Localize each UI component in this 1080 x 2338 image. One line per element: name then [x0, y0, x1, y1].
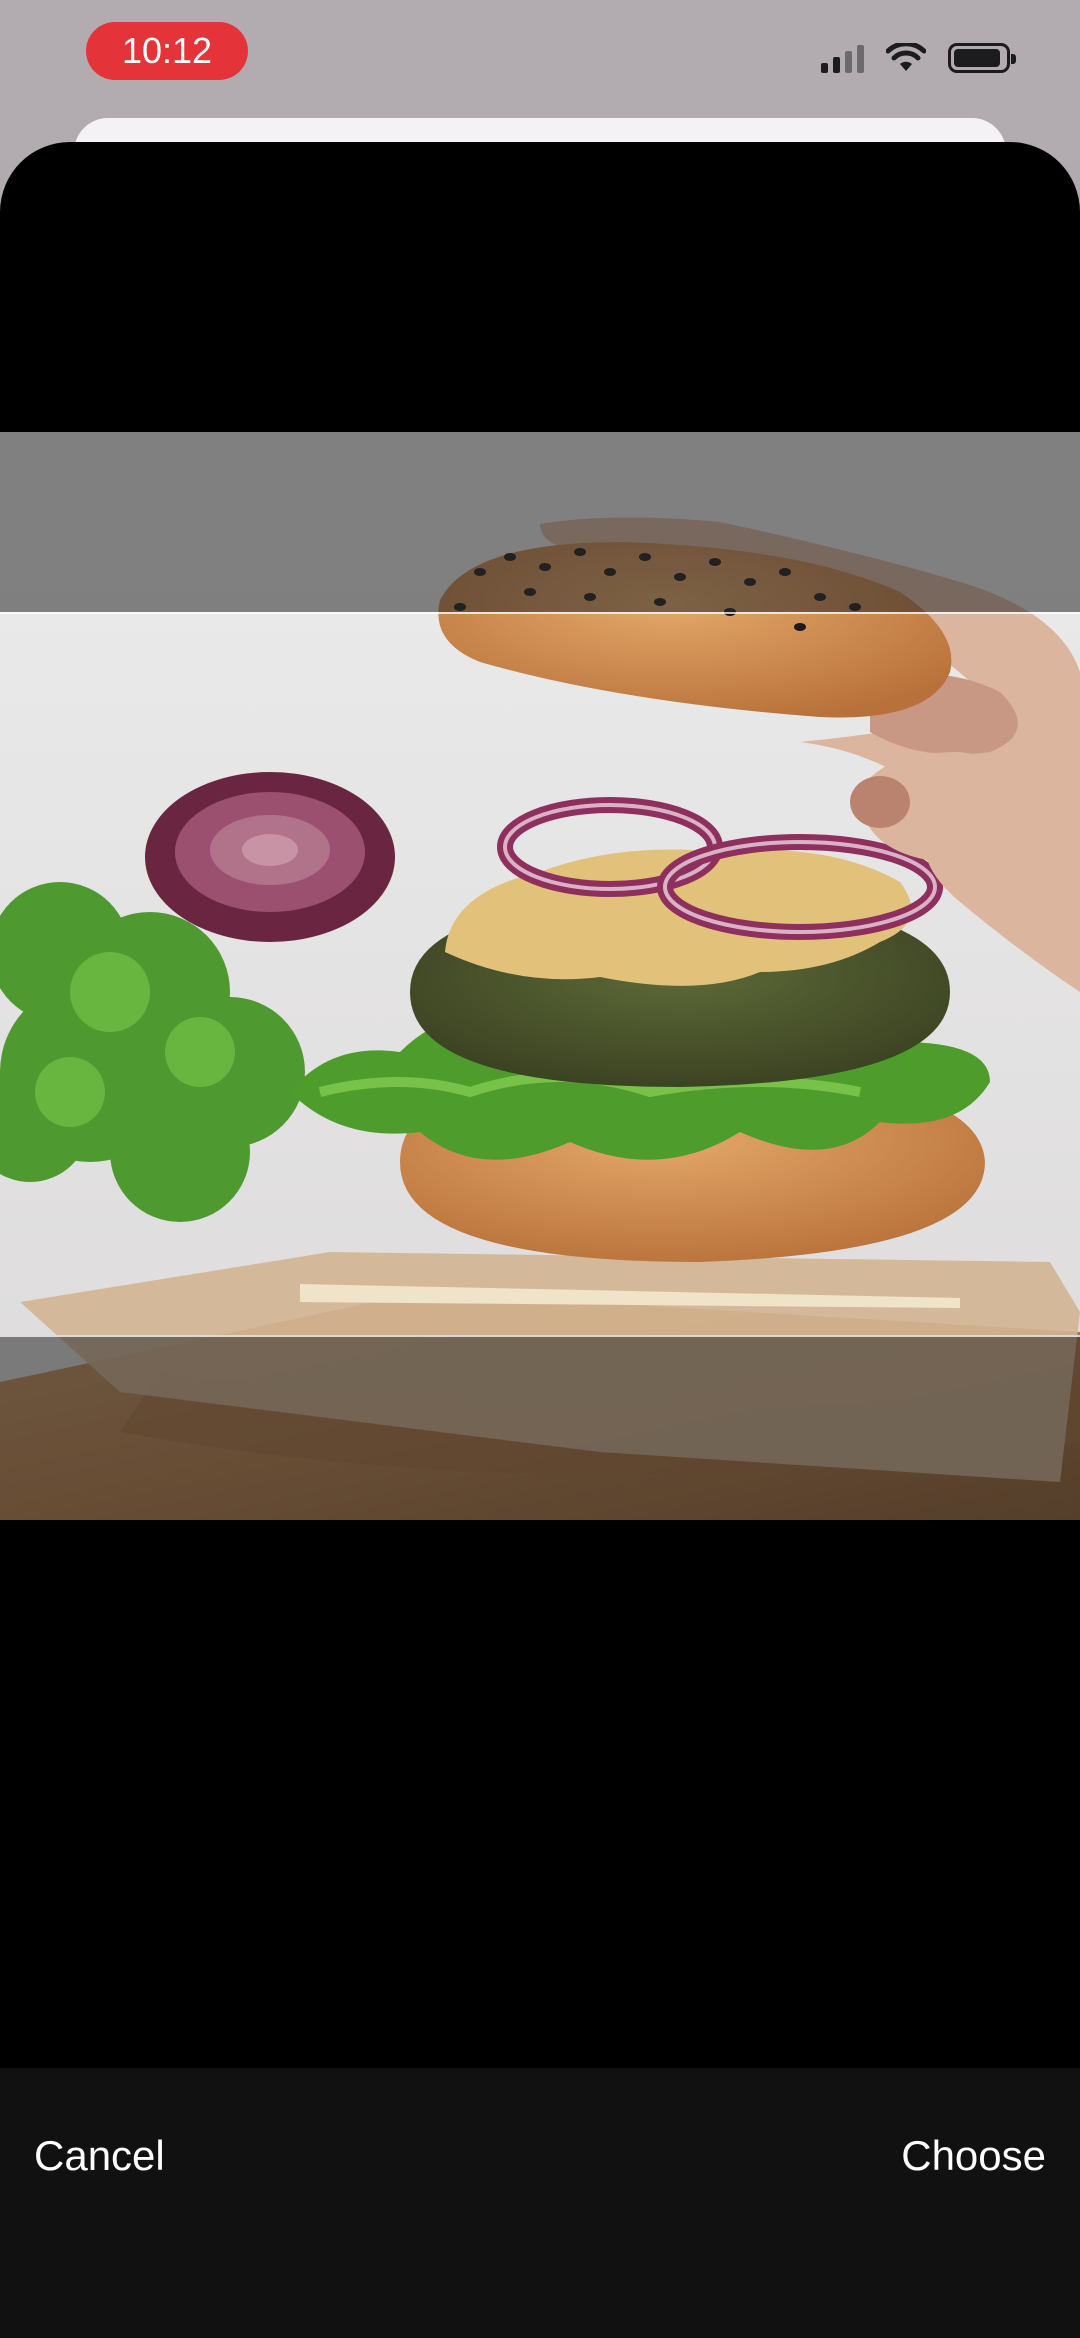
cancel-button[interactable]: Cancel [34, 2132, 165, 2180]
wifi-icon [886, 43, 926, 71]
screen: 10:12 Cancel Choose [0, 0, 1080, 2338]
crop-frame-bottom[interactable] [0, 1335, 1080, 1337]
signal-icon [821, 43, 864, 73]
image-picker-sheet [0, 142, 1080, 2338]
status-icons [821, 40, 1016, 76]
burger-photo[interactable] [0, 432, 1080, 1520]
crop-mask-bottom [0, 1335, 1080, 1520]
status-time[interactable]: 10:12 [86, 22, 248, 80]
crop-frame-top[interactable] [0, 612, 1080, 614]
status-bar: 10:12 [0, 0, 1080, 110]
choose-button[interactable]: Choose [901, 2132, 1046, 2180]
bottom-toolbar: Cancel Choose [0, 2068, 1080, 2338]
crop-mask-top [0, 432, 1080, 612]
battery-icon [948, 43, 1016, 73]
